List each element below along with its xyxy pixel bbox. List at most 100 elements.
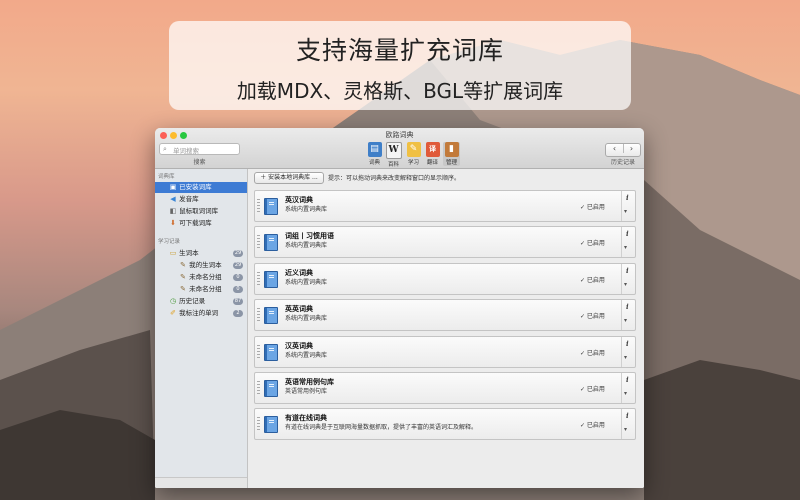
promo-banner: 支持海量扩充词库 加载MDX、灵格斯、BGL等扩展词库 (169, 21, 631, 110)
sidebar-item-label: 可下载词库 (179, 219, 212, 227)
dictionary-book-icon (264, 271, 278, 288)
chevron-down-icon[interactable]: ▾ (624, 390, 627, 397)
info-icon[interactable]: i (626, 302, 629, 311)
enabled-status[interactable]: ✓ 已启用 (580, 202, 605, 211)
enabled-status[interactable]: ✓ 已启用 (580, 275, 605, 284)
sidebar: 词典库 ▣ 已安装词库 ◀ 发音库 ◧ 鼠标取词词库 ⬇ 可下载词库 学习记录 … (155, 169, 248, 488)
dictionary-book-icon (264, 344, 278, 361)
title-bar: 欧路词典 ⌕ 单词搜索 搜索 ▤ 词典 W 百科 ✎ 学习 译 翻译 ▮ 管理 … (155, 128, 644, 169)
sidebar-item-history[interactable]: ◷ 历史记录 87 (155, 296, 247, 307)
search-placeholder: 单词搜索 (173, 147, 199, 155)
dictionary-subtitle: 系统内置词典库 (285, 315, 328, 322)
count-badge: 2 (233, 310, 243, 317)
install-local-library-button[interactable]: ＋ 安装本地词典库 ... (254, 172, 324, 184)
toolbar-dictionary-label: 词典 (368, 160, 380, 166)
speaker-icon: ◀ (170, 195, 176, 203)
dictionary-subtitle: 系统内置词典库 (285, 279, 328, 286)
chevron-down-icon[interactable]: ▾ (624, 354, 627, 361)
sidebar-item-wordbook[interactable]: ▭ 生词本 29 (155, 248, 247, 259)
drag-handle-icon[interactable] (257, 381, 260, 395)
mouse-icon: ◧ (169, 207, 177, 215)
sidebar-item-group-1[interactable]: ✎ 未命名分组 0 (155, 272, 247, 283)
toolbar-wikipedia-button[interactable]: W 百科 (385, 142, 402, 168)
dictionary-card[interactable]: 词组丨习惯用语 系统内置词典库 ✓ 已启用 i ▾ (254, 226, 636, 258)
info-icon[interactable]: i (626, 411, 629, 420)
sidebar-item-marked-words[interactable]: ✐ 我标注的单词 2 (155, 308, 247, 319)
dictionary-card[interactable]: 汉英词典 系统内置词典库 ✓ 已启用 i ▾ (254, 336, 636, 368)
chevron-down-icon[interactable]: ▾ (624, 244, 627, 251)
sidebar-item-mouse-lookup[interactable]: ◧ 鼠标取词词库 (155, 206, 247, 217)
toolbar-manage-button[interactable]: ▮ 管理 (443, 142, 460, 166)
search-input[interactable]: ⌕ 单词搜索 (159, 143, 240, 155)
dictionary-subtitle: 系统内置词典库 (285, 242, 328, 249)
chevron-down-icon[interactable]: ▾ (624, 281, 627, 288)
sidebar-section-library: 词典库 (158, 174, 175, 180)
sidebar-item-downloadable[interactable]: ⬇ 可下载词库 (155, 218, 247, 229)
app-window: 欧路词典 ⌕ 单词搜索 搜索 ▤ 词典 W 百科 ✎ 学习 译 翻译 ▮ 管理 … (155, 128, 644, 488)
manage-library-icon: ▮ (444, 142, 459, 157)
sidebar-item-my-wordbook[interactable]: ✎ 我的生词本 29 (155, 260, 247, 271)
dictionary-subtitle: 有道在线词典是于互联网海量数据抓取，提供了丰富的英语词汇及解释。 (285, 424, 478, 431)
dictionary-card[interactable]: 英语常用例句库 英语常用例句库 ✓ 已启用 i ▾ (254, 372, 636, 404)
toolbar-study-button[interactable]: ✎ 学习 (405, 142, 422, 166)
toolbar-dictionary-button[interactable]: ▤ 词典 (366, 142, 383, 166)
pencil-icon: ✎ (180, 285, 186, 293)
info-icon[interactable]: i (626, 339, 629, 348)
sidebar-section-study: 学习记录 (158, 239, 181, 245)
sidebar-item-label: 鼠标取词词库 (179, 207, 219, 215)
toolbar-manage-label: 管理 (445, 160, 457, 166)
enabled-status[interactable]: ✓ 已启用 (580, 238, 605, 247)
card-actions: i ▾ (621, 227, 636, 257)
dictionary-card[interactable]: 英英词典 系统内置词典库 ✓ 已启用 i ▾ (254, 299, 636, 331)
dictionary-card[interactable]: 有道在线词典 有道在线词典是于互联网海量数据抓取，提供了丰富的英语词汇及解释。 … (254, 408, 636, 440)
dictionary-card[interactable]: 近义词典 系统内置词典库 ✓ 已启用 i ▾ (254, 263, 636, 295)
drag-handle-icon[interactable] (257, 345, 260, 359)
toolbar-translate-button[interactable]: 译 翻译 (424, 142, 441, 166)
chevron-down-icon[interactable]: ▾ (624, 317, 627, 324)
count-badge: 29 (233, 250, 243, 257)
enabled-status[interactable]: ✓ 已启用 (580, 420, 605, 429)
drag-handle-icon[interactable] (257, 417, 260, 431)
banner-title: 支持海量扩充词库 (295, 36, 504, 65)
card-actions: i ▾ (621, 300, 636, 330)
chevron-down-icon[interactable]: ▾ (624, 208, 627, 215)
drag-handle-icon[interactable] (257, 199, 260, 213)
dictionary-book-icon (264, 307, 278, 324)
search-icon: ⌕ (163, 145, 167, 153)
drag-hint: 提示：可以拖动词典来改变解释窗口的显示顺序。 (328, 175, 461, 182)
highlighter-icon: ✐ (170, 309, 176, 317)
dictionary-book-icon (264, 380, 278, 397)
back-arrow-icon[interactable]: ‹ (606, 144, 624, 153)
dictionary-book-icon: ▤ (367, 142, 382, 157)
sidebar-item-label: 发音库 (179, 195, 199, 203)
enabled-status[interactable]: ✓ 已启用 (580, 348, 605, 357)
info-icon[interactable]: i (626, 375, 629, 384)
chevron-down-icon[interactable]: ▾ (624, 426, 627, 433)
translate-icon: 译 (425, 142, 440, 157)
info-icon[interactable]: i (626, 229, 629, 238)
sidebar-item-label: 历史记录 (179, 297, 206, 305)
pencil-icon: ✎ (180, 261, 186, 269)
drag-handle-icon[interactable] (257, 235, 260, 249)
drag-handle-icon[interactable] (257, 308, 260, 322)
pencil-icon: ✎ (180, 273, 186, 281)
drag-handle-icon[interactable] (257, 272, 260, 286)
history-nav: ‹ › (605, 143, 641, 157)
toolbar-wikipedia-label: 百科 (387, 162, 399, 168)
sidebar-item-label: 已安装词库 (179, 183, 212, 191)
sidebar-item-pronunciation[interactable]: ◀ 发音库 (155, 194, 247, 205)
enabled-status[interactable]: ✓ 已启用 (580, 384, 605, 393)
card-actions: i ▾ (621, 264, 636, 294)
forward-arrow-icon[interactable]: › (623, 144, 640, 153)
sidebar-item-label: 生词本 (179, 249, 199, 257)
card-actions: i ▾ (621, 191, 636, 221)
sidebar-item-installed[interactable]: ▣ 已安装词库 (155, 182, 247, 193)
toolbar-translate-label: 翻译 (426, 160, 438, 166)
info-icon[interactable]: i (626, 193, 629, 202)
sidebar-item-group-2[interactable]: ✎ 未命名分组 0 (155, 284, 247, 295)
count-badge: 29 (233, 262, 243, 269)
enabled-status[interactable]: ✓ 已启用 (580, 311, 605, 320)
dictionary-card[interactable]: 英汉词典 系统内置词典库 ✓ 已启用 i ▾ (254, 190, 636, 222)
installed-library-icon: ▣ (169, 183, 177, 191)
info-icon[interactable]: i (626, 266, 629, 275)
